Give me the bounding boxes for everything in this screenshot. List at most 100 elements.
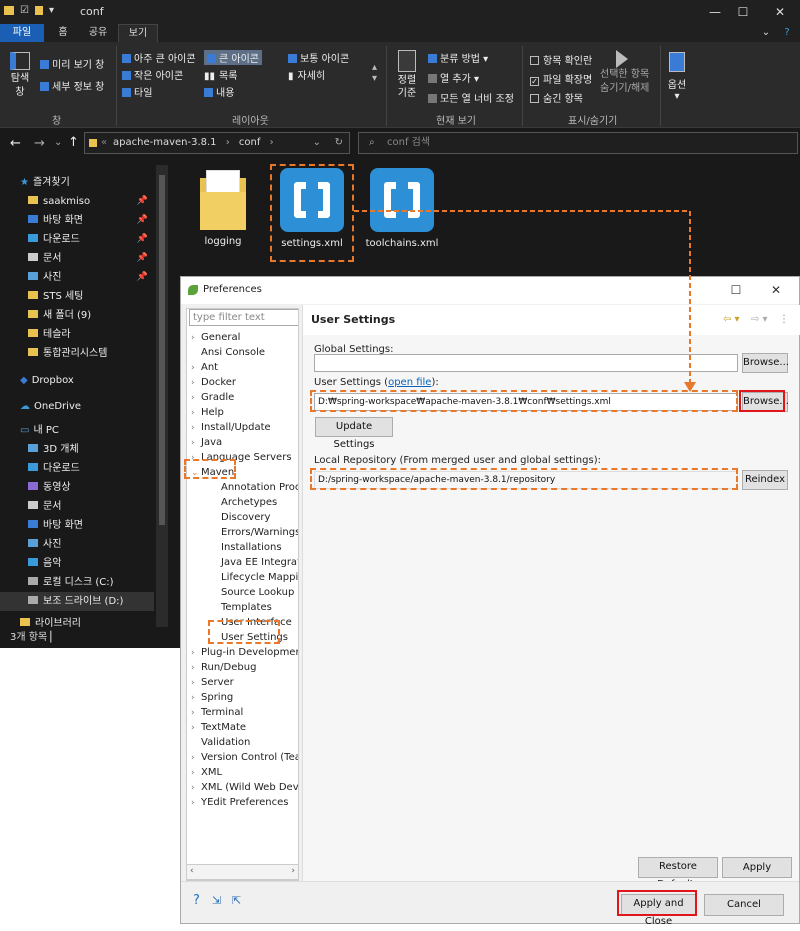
tree-item[interactable]: Ansi Console (191, 345, 265, 360)
chevron-right-icon[interactable]: › (191, 706, 201, 721)
tree-item[interactable]: › Ant (191, 360, 218, 375)
scroll-thumb[interactable] (159, 175, 165, 525)
layout-details[interactable]: ▮ 자세히 (288, 67, 325, 82)
recent-dropdown-icon[interactable]: ⌄ (54, 137, 62, 148)
chevron-right-icon[interactable]: › (191, 361, 201, 376)
apply-and-close-button[interactable]: Apply and Close (621, 894, 696, 927)
layout-small[interactable]: 작은 아이콘 (122, 67, 183, 82)
chevron-down-icon[interactable]: ⌄ (191, 466, 201, 481)
refresh-icon[interactable]: ↻ (335, 133, 343, 153)
global-browse-button[interactable]: Browse... (742, 353, 789, 373)
chevron-right-icon[interactable]: › (191, 661, 201, 676)
search-input[interactable]: ⌕ conf 검색 (358, 132, 798, 154)
tab-share[interactable]: 공유 (80, 24, 116, 42)
nav-pinned-downloads[interactable]: 다운로드 📌 (28, 230, 158, 249)
tree-item[interactable]: › General (191, 330, 240, 345)
tree-item[interactable]: › Docker (191, 375, 236, 390)
tree-item-maven-child[interactable]: Source Lookup (211, 585, 294, 600)
hidden-items-toggle[interactable]: 숨긴 항목 (530, 90, 583, 105)
help-icon[interactable]: ? (778, 24, 796, 42)
tree-item-maven-child[interactable]: User Interface (211, 615, 292, 630)
tree-item[interactable]: › YEdit Preferences (191, 795, 288, 810)
update-settings-button[interactable]: Update Settings (315, 417, 393, 450)
item-checkbox-toggle[interactable]: 항목 확인란 (530, 52, 592, 67)
nav-drive-d[interactable]: 보조 드라이브 (D:) (0, 592, 154, 611)
maximize-button[interactable]: ☐ (716, 277, 756, 304)
nav-pinned-desktop[interactable]: 바탕 화면 📌 (28, 211, 158, 230)
close-button[interactable]: ✕ (760, 0, 800, 24)
group-by-button[interactable]: 분류 방법 ▾ (428, 50, 488, 65)
chevron-right-icon[interactable]: › (191, 766, 201, 781)
scroll-left-icon[interactable]: ‹ (190, 866, 194, 876)
add-column-button[interactable]: 열 추가 ▾ (428, 70, 479, 85)
layout-list[interactable]: ▮▮ 목록 (204, 67, 237, 82)
file-item-logging[interactable]: logging (200, 170, 246, 247)
preview-pane-button[interactable]: 미리 보기 창 (40, 56, 104, 71)
options-button[interactable]: 옵션 ▾ (666, 52, 688, 102)
tree-item[interactable]: › Terminal (191, 705, 243, 720)
close-button[interactable]: ✕ (756, 277, 796, 304)
layout-tiles[interactable]: 타일 (122, 84, 152, 99)
apply-button[interactable]: Apply (722, 857, 792, 878)
file-item-settings[interactable]: settings.xml (274, 168, 350, 249)
tree-item-maven-child[interactable]: Installations (211, 540, 282, 555)
nav-pane-button[interactable]: 탐색 창 (10, 52, 30, 100)
sort-by-button[interactable]: 정렬 기준 (394, 50, 420, 100)
tree-item-maven-child[interactable]: Annotation Proce (211, 480, 298, 495)
file-item-toolchains[interactable]: toolchains.xml (364, 168, 440, 249)
back-arrow-icon[interactable]: ⇦ ▾ (723, 314, 740, 325)
tree-item[interactable]: › Server (191, 675, 234, 690)
tree-item-maven-child[interactable]: Discovery (211, 510, 270, 525)
tree-item[interactable]: › TextMate (191, 720, 246, 735)
forward-arrow-icon[interactable]: ⇨ ▾ (751, 314, 768, 325)
scroll-right-icon[interactable]: › (291, 866, 295, 876)
layout-scroll-icon[interactable]: ▴ ▾ (372, 62, 377, 84)
dropdown-icon[interactable]: ▾ (49, 5, 54, 16)
tab-view[interactable]: 보기 (118, 24, 158, 42)
tab-home[interactable]: 홈 (48, 24, 78, 42)
maximize-button[interactable]: ☐ (723, 0, 763, 24)
export-icon[interactable]: ⇱ (232, 894, 241, 907)
cancel-button[interactable]: Cancel (704, 894, 784, 916)
tree-item-maven-child[interactable]: Archetypes (211, 495, 277, 510)
layout-medium[interactable]: 보통 아이콘 (288, 50, 349, 65)
chevron-right-icon[interactable]: › (191, 781, 201, 796)
chevron-right-icon[interactable]: › (191, 796, 201, 811)
details-pane-button[interactable]: 세부 정보 창 (40, 78, 104, 93)
layout-content[interactable]: 내용 (204, 84, 234, 99)
tree-item[interactable]: Validation (191, 735, 250, 750)
tree-item[interactable]: › Version Control (Tea (191, 750, 298, 766)
tree-item-maven[interactable]: ⌄ Maven (191, 465, 234, 480)
tab-file[interactable]: 파일 (0, 24, 44, 42)
tree-item[interactable]: › Help (191, 405, 224, 420)
tree-item[interactable]: › Run/Debug (191, 660, 256, 675)
chevron-right-icon[interactable]: › (191, 451, 201, 466)
nav-scrollbar[interactable] (156, 165, 168, 627)
chevron-right-icon[interactable]: › (191, 751, 201, 766)
breadcrumb-1[interactable]: apache-maven-3.8.1 (113, 137, 217, 148)
tree-item-maven-child[interactable]: Java EE Integratio (211, 555, 298, 570)
chevron-right-icon[interactable]: › (191, 376, 201, 391)
back-icon[interactable]: ← (10, 136, 21, 151)
chevron-right-icon[interactable]: › (191, 331, 201, 346)
global-settings-field[interactable] (314, 354, 738, 372)
tree-item[interactable]: › Language Servers (191, 450, 292, 465)
restore-defaults-button[interactable]: Restore Defaults (638, 857, 718, 890)
tree-item[interactable]: › Java (191, 435, 222, 450)
forward-icon[interactable]: → (34, 136, 45, 151)
nav-pinned-pictures[interactable]: 사진 📌 (28, 268, 158, 287)
breadcrumb-2[interactable]: conf (239, 137, 260, 148)
nav-pinned-documents[interactable]: 문서 📌 (28, 249, 158, 268)
tree-item-maven-child[interactable]: Lifecycle Mapping (211, 570, 298, 585)
user-settings-field[interactable]: D:₩spring-workspace₩apache-maven-3.8.1₩c… (314, 393, 738, 411)
address-dropdown-icon[interactable]: ⌄ (313, 133, 321, 153)
filter-input[interactable]: type filter text (189, 309, 298, 326)
tree-item[interactable]: › Plug-in Developmen (191, 645, 298, 660)
layout-large[interactable]: 큰 아이콘 (204, 50, 262, 65)
tree-item-maven-child[interactable]: User Settings (211, 630, 288, 645)
address-input[interactable]: « apache-maven-3.8.1 › conf › ⌄ ↻ (84, 132, 350, 154)
chevron-right-icon[interactable]: › (191, 721, 201, 736)
file-extension-toggle[interactable]: ✓ 파일 확장명 (530, 71, 592, 86)
import-icon[interactable]: ⇲ (212, 894, 221, 907)
chevron-right-icon[interactable]: › (191, 676, 201, 691)
